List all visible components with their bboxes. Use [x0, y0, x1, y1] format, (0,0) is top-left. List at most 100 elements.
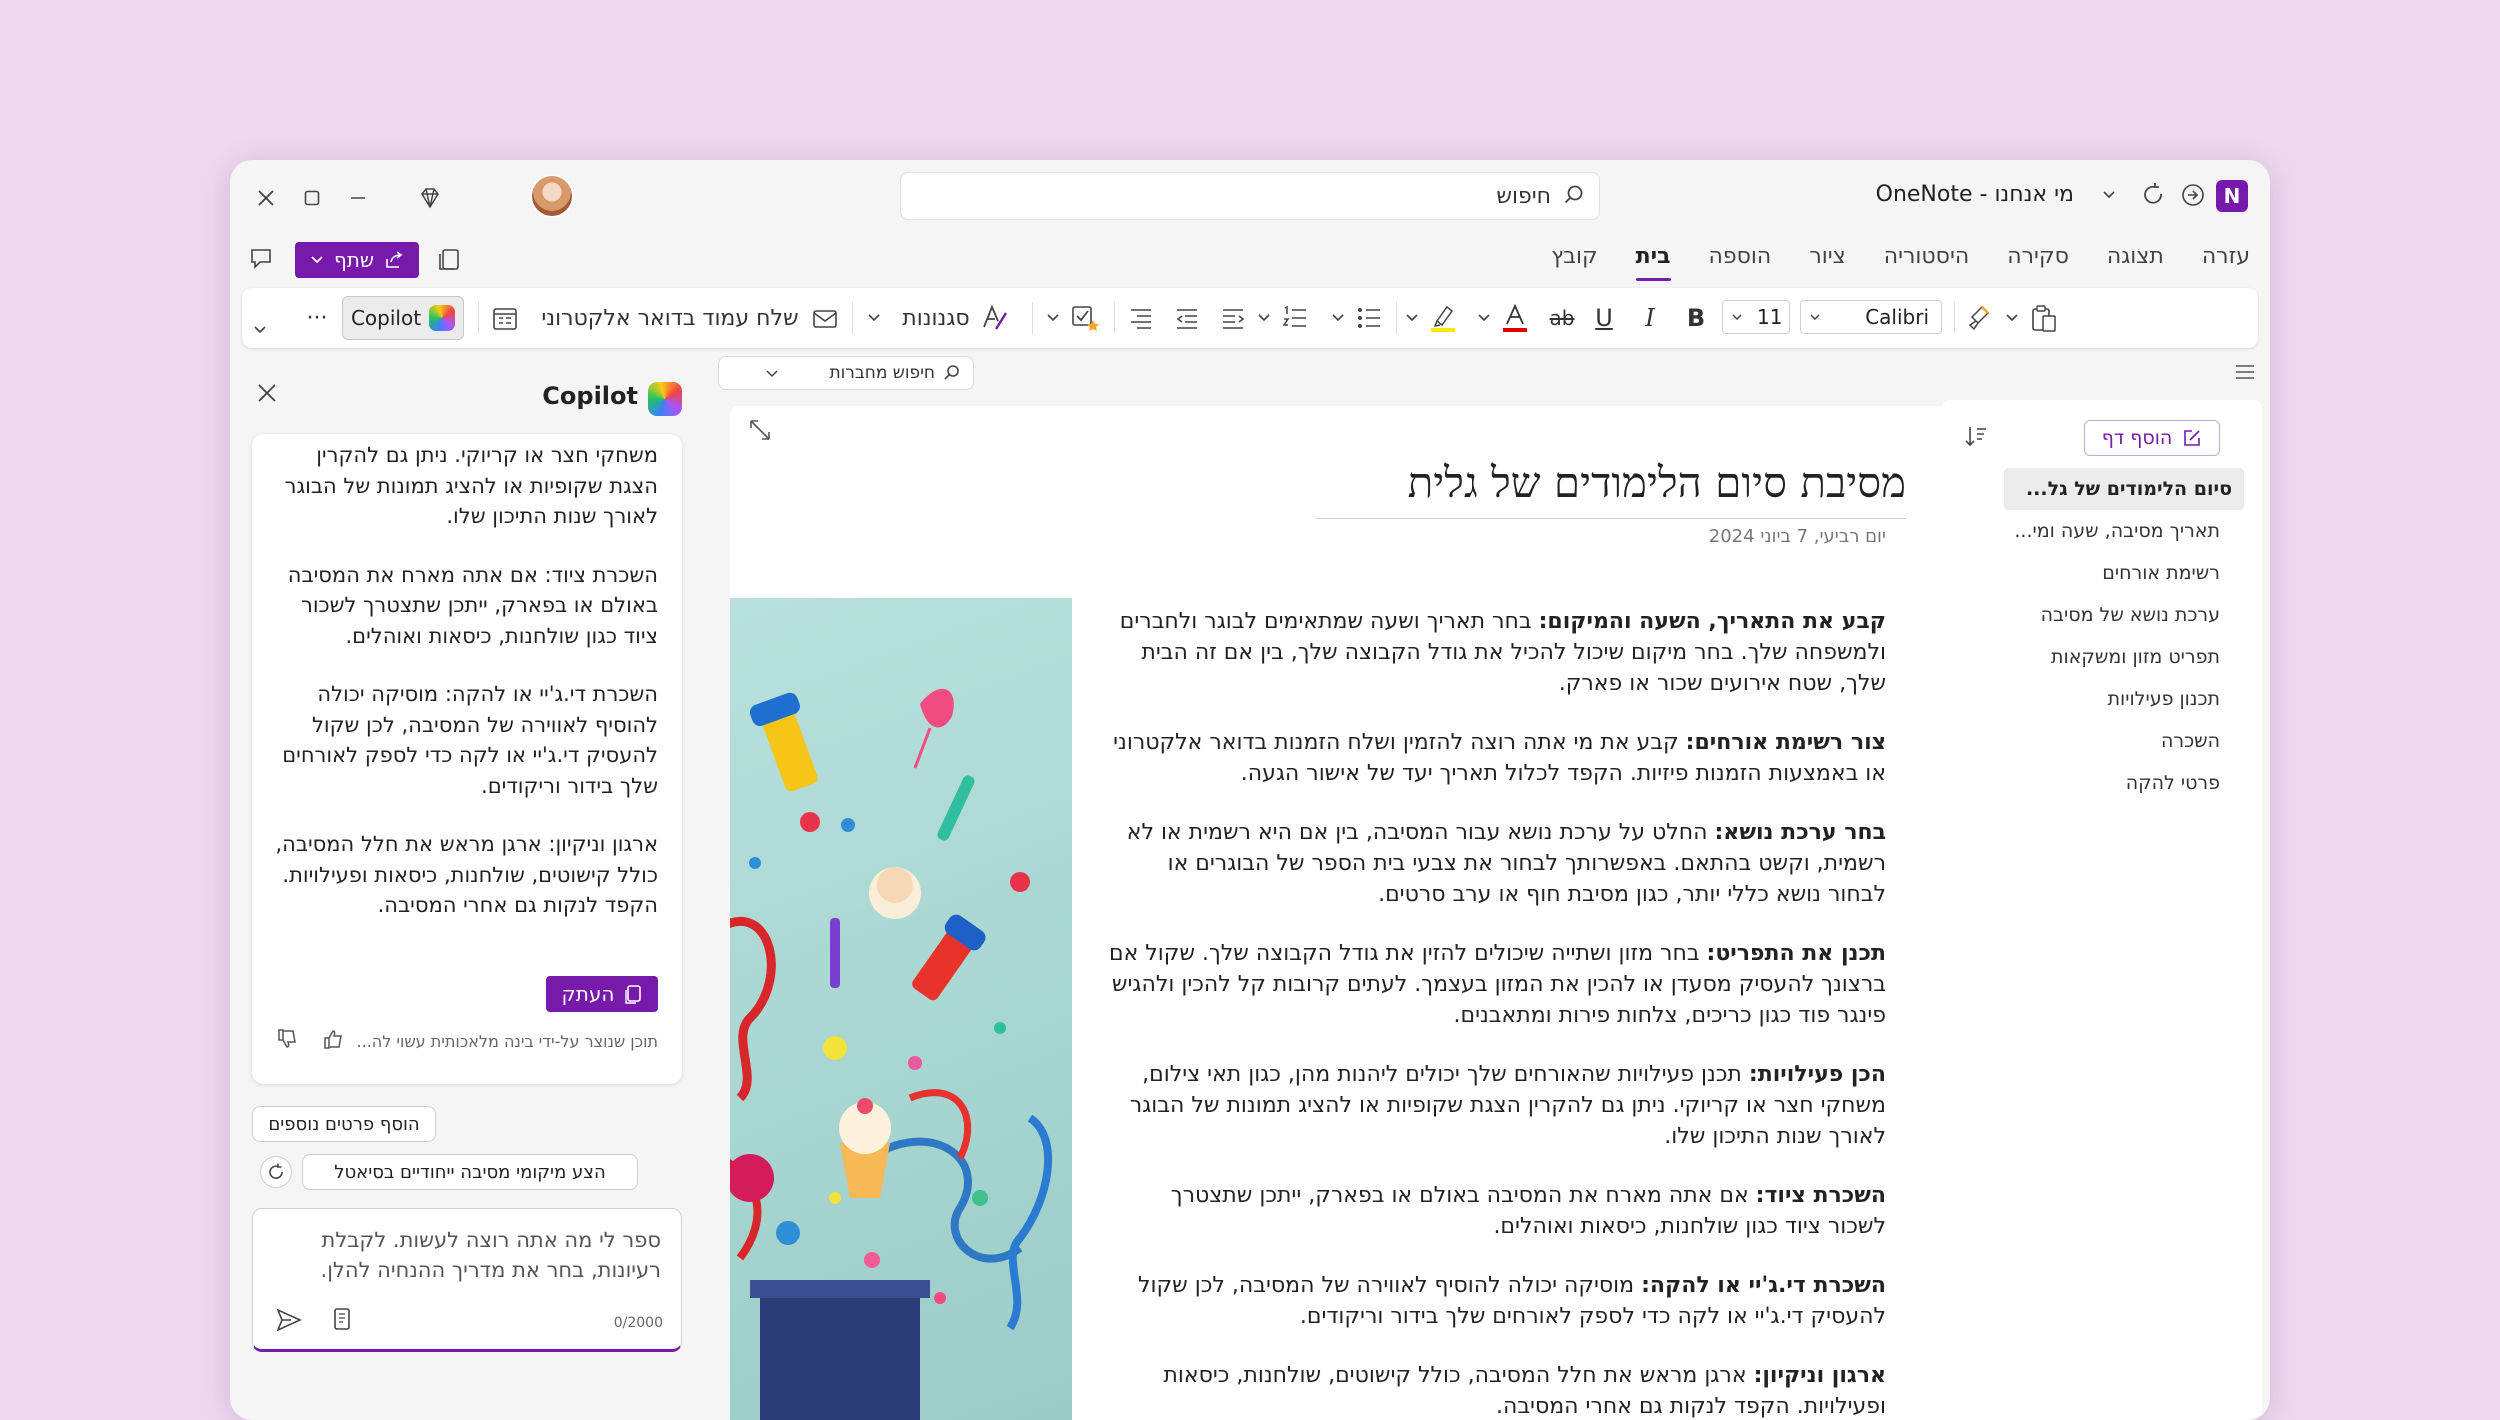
fullscreen-button[interactable]: [748, 418, 772, 448]
search-box[interactable]: חיפוש: [900, 172, 1600, 220]
underline-button[interactable]: U: [1586, 298, 1622, 338]
bulleted-list-icon: [1358, 308, 1380, 328]
font-color-button[interactable]: [1496, 298, 1534, 338]
format-painter-button[interactable]: [1962, 298, 2000, 338]
highlight-button[interactable]: [1424, 298, 1462, 338]
copilot-close-button[interactable]: [256, 378, 278, 411]
refresh-suggestions-button[interactable]: [260, 1156, 292, 1188]
copilot-response-card: משחקי חצר או קריוקי. ניתן גם להקרין הצגת…: [252, 434, 682, 1084]
send-icon: [276, 1308, 302, 1332]
page-list-pane: הוסף דף סיום הלימודים של גל... תאריך מסי…: [1942, 400, 2262, 1420]
premium-button[interactable]: [412, 180, 448, 216]
bold-button[interactable]: B: [1678, 298, 1714, 338]
chevron-down-icon: [2006, 314, 2018, 322]
copilot-label: Copilot: [350, 306, 422, 330]
page-list-item[interactable]: תפריט מזון ומשקאות: [2004, 636, 2244, 678]
tags-dropdown[interactable]: [1042, 298, 1064, 338]
font-size-select[interactable]: 11: [1722, 300, 1790, 334]
tab-review[interactable]: סקירה: [2007, 244, 2069, 275]
navigate-button[interactable]: [2176, 178, 2210, 212]
page-list-item[interactable]: תאריך מסיבה, שעה ומי...: [2004, 510, 2244, 552]
thumbs-up-icon: [324, 1030, 342, 1049]
sort-pages-button[interactable]: [1964, 424, 1988, 454]
copilot-paragraph: ארגון וניקיון: ארגן מראש את חלל המסיבה, …: [275, 832, 658, 917]
navigation-toggle-button[interactable]: [2234, 362, 2256, 388]
page-content[interactable]: קבע את התאריך, השעה והמיקום: בחר תאריך ו…: [1106, 606, 1886, 1420]
page-list-item[interactable]: השכרה: [2004, 720, 2244, 762]
feedback-button[interactable]: [244, 242, 280, 278]
email-page-button[interactable]: שלח עמוד בדואר אלקטרוני: [540, 298, 840, 338]
more-options-button[interactable]: ···: [300, 298, 334, 338]
paragraph-heading: צור רשימת אורחים:: [1685, 730, 1886, 755]
send-button[interactable]: [275, 1307, 303, 1340]
close-icon: [258, 384, 276, 402]
styles-button[interactable]: סגנונות: [890, 298, 1020, 338]
page-list-item[interactable]: פרטי להקה: [2004, 762, 2244, 804]
highlight-dropdown[interactable]: [1402, 298, 1422, 338]
copilot-title: Copilot: [542, 382, 638, 410]
chevron-down-icon: [1258, 314, 1270, 322]
paste-dropdown[interactable]: [2002, 298, 2022, 338]
page-list-item[interactable]: תכנון פעילויות: [2004, 678, 2244, 720]
share-button[interactable]: שתף: [295, 242, 419, 278]
page-list-item[interactable]: רשימת אורחים: [2004, 552, 2244, 594]
italic-button[interactable]: I: [1632, 298, 1668, 338]
styles-dropdown[interactable]: [862, 298, 886, 338]
tab-file[interactable]: קובץ: [1551, 244, 1597, 275]
thumbs-down-button[interactable]: [276, 1028, 298, 1055]
tab-home[interactable]: בית: [1635, 244, 1671, 281]
numbering-button[interactable]: [1276, 298, 1314, 338]
title-dropdown-button[interactable]: [2092, 178, 2126, 212]
suggestion-party-locations[interactable]: הצע מיקומי מסיבה ייחודיים בסיאטל: [302, 1154, 638, 1190]
bullets-button[interactable]: [1350, 298, 1388, 338]
tab-help[interactable]: עזרה: [2202, 244, 2250, 275]
chevron-down-icon: [1406, 314, 1418, 322]
prompt-guide-button[interactable]: [331, 1307, 353, 1337]
tab-history[interactable]: היסטוריה: [1884, 244, 1970, 275]
minimize-button[interactable]: [340, 180, 376, 216]
copilot-button[interactable]: Copilot: [342, 296, 464, 340]
notebook-search[interactable]: חיפוש מחברות: [718, 356, 974, 390]
page-list-item[interactable]: ערכת נושא של מסיבה: [2004, 594, 2244, 636]
tab-insert[interactable]: הוספה: [1709, 244, 1772, 275]
thumbs-up-button[interactable]: [322, 1028, 344, 1055]
user-avatar[interactable]: [530, 174, 574, 218]
page-paragraph: השכרת די.ג'יי או להקה: מוסיקה יכולה להוס…: [1106, 1270, 1886, 1332]
align-button[interactable]: [1122, 298, 1160, 338]
close-window-button[interactable]: [248, 180, 284, 216]
copy-button[interactable]: העתק: [546, 976, 658, 1012]
maximize-button[interactable]: [294, 180, 330, 216]
add-page-button[interactable]: הוסף דף: [2084, 420, 2220, 456]
bullets-dropdown[interactable]: [1328, 298, 1348, 338]
strikethrough-button[interactable]: ab: [1544, 298, 1580, 338]
suggestion-add-details[interactable]: הוסף פרטים נוספים: [252, 1106, 436, 1142]
page-paragraph: ארגון וניקיון: ארגן מראש את חלל המסיבה, …: [1106, 1360, 1886, 1420]
party-image[interactable]: [730, 598, 1072, 1420]
paste-button[interactable]: [2024, 298, 2064, 338]
divider: [1114, 302, 1115, 334]
decrease-indent-button[interactable]: [1214, 298, 1252, 338]
sync-button[interactable]: [2136, 178, 2170, 212]
font-name-select[interactable]: Calibri: [1800, 300, 1942, 334]
diamond-icon: [421, 188, 439, 209]
page-list-item[interactable]: סיום הלימודים של גל...: [2004, 468, 2244, 510]
increase-indent-button[interactable]: [1168, 298, 1206, 338]
font-color-icon: [1503, 303, 1527, 332]
copilot-response-cut-line: [268, 434, 658, 436]
copilot-prompt-input[interactable]: [269, 1223, 663, 1291]
ai-disclaimer: תוכן שנוצר על-ידי בינה מלאכותית עשוי לה.…: [356, 1032, 658, 1051]
search-icon: [1564, 185, 1583, 204]
tab-draw[interactable]: ציור: [1809, 244, 1845, 275]
sync-icon: [2144, 183, 2162, 204]
collapse-ribbon-button[interactable]: [248, 310, 272, 350]
page-title[interactable]: מסיבת סיום הלימודים של גלית: [1408, 458, 1906, 508]
font-color-dropdown[interactable]: [1474, 298, 1494, 338]
numbering-dropdown[interactable]: [1254, 298, 1274, 338]
immersive-reader-button[interactable]: [432, 242, 468, 278]
tab-view[interactable]: תצוגה: [2107, 244, 2164, 275]
tag-todo-button[interactable]: [1066, 298, 1104, 338]
copy-icon: [625, 985, 642, 1004]
meeting-details-button[interactable]: [486, 298, 524, 338]
page-paragraph: קבע את התאריך, השעה והמיקום: בחר תאריך ו…: [1106, 606, 1886, 699]
app-title: מי אנחנו - OneNote: [1875, 182, 2074, 207]
